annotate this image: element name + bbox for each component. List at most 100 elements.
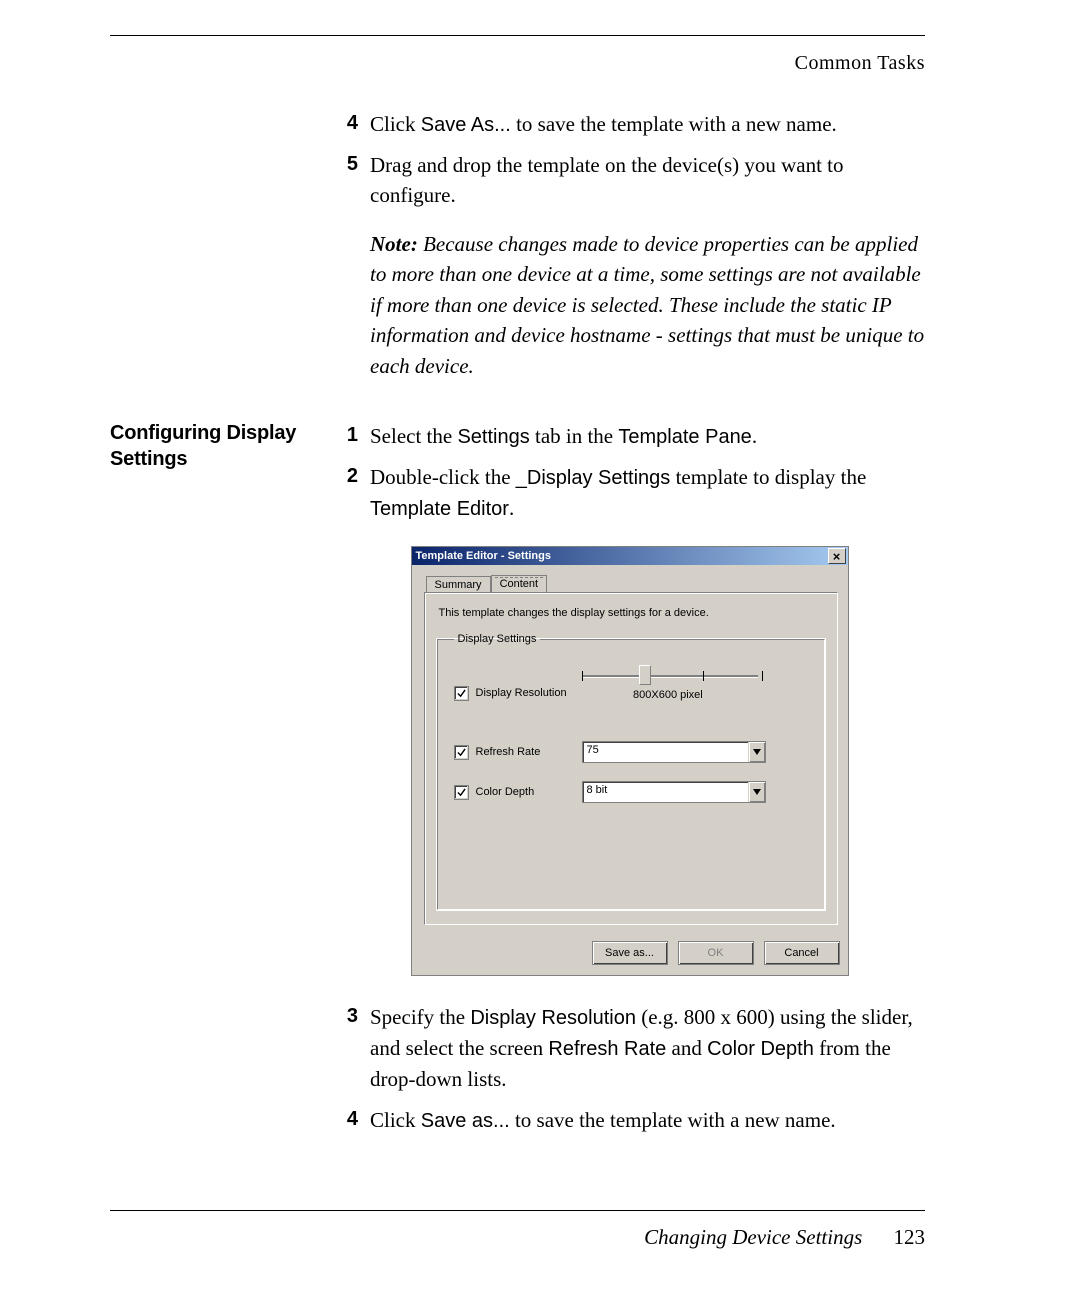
slider-value: 800X600 pixel: [633, 689, 703, 701]
text-run: tab in the: [530, 424, 619, 448]
section-configuring-display: Configuring Display Settings 1 Select the…: [110, 421, 925, 1145]
label-color-depth: Color Depth: [476, 786, 576, 798]
step-text: Click Save as... to save the template wi…: [370, 1108, 836, 1132]
template-editor-dialog: Template Editor - Settings × Summary Con…: [411, 546, 849, 976]
step-number: 1: [334, 421, 358, 450]
checkbox-color-depth[interactable]: [454, 785, 469, 800]
dialog-title: Template Editor - Settings: [416, 550, 828, 562]
note-prefix: Note:: [370, 232, 418, 256]
ui-label: Save As...: [421, 114, 511, 136]
slider-thumb[interactable]: [639, 665, 651, 685]
text-run: Double-click the: [370, 465, 516, 489]
label-refresh: Refresh Rate: [476, 746, 576, 758]
ui-label: Template Editor: [370, 498, 509, 520]
ui-label: Settings: [457, 426, 529, 448]
row-refresh-rate: Refresh Rate 75: [454, 741, 810, 763]
ok-button[interactable]: OK: [678, 941, 754, 965]
step-text: Click Save As... to save the template wi…: [370, 112, 837, 136]
document-page: Common Tasks 4 Click Save As... to save t…: [0, 0, 1080, 1311]
group-legend: Display Settings: [454, 633, 541, 645]
tab-content[interactable]: Content: [491, 575, 548, 593]
step-number: 5: [334, 150, 358, 179]
text-run: Specify the: [370, 1005, 470, 1029]
cancel-button[interactable]: Cancel: [764, 941, 840, 965]
checkbox-resolution[interactable]: [454, 686, 469, 701]
label-resolution: Display Resolution: [476, 687, 576, 699]
step-item: 2 Double-click the _Display Settings temp…: [334, 462, 925, 524]
ui-label: Display Resolution: [470, 1007, 636, 1029]
rule-top: [110, 35, 925, 36]
titlebar: Template Editor - Settings ×: [412, 547, 848, 565]
step-text: Drag and drop the template on the device…: [370, 153, 844, 207]
text-run: template to display the: [670, 465, 866, 489]
tabstrip: Summary Content: [424, 575, 838, 593]
step-item: 1 Select the Settings tab in the Template…: [334, 421, 925, 452]
slider-track: [582, 675, 758, 678]
checkbox-refresh[interactable]: [454, 745, 469, 760]
section-steps-after-dialog: 3 Specify the Display Resolution (e.g. 80…: [334, 1002, 925, 1135]
close-button[interactable]: ×: [828, 548, 846, 564]
check-icon: [457, 689, 466, 698]
color-depth-value: 8 bit: [583, 782, 748, 802]
refresh-combo[interactable]: 75: [582, 741, 766, 763]
section-heading: Configuring Display Settings: [110, 421, 320, 1145]
display-settings-group: Display Settings Display Resolution: [437, 633, 825, 910]
text-run: Click: [370, 1108, 421, 1132]
slider-tick: [762, 671, 763, 681]
resolution-slider[interactable]: 800X600 pixel: [582, 663, 766, 697]
upper-block: 4 Click Save As... to save the template w…: [110, 109, 925, 387]
dropdown-button[interactable]: [748, 782, 765, 802]
text-run: .: [752, 424, 757, 448]
top-steps-list: 4 Click Save As... to save the template w…: [334, 109, 925, 211]
note-block: Note: Because changes made to device pro…: [334, 229, 925, 381]
ui-label: Template Pane: [618, 426, 751, 448]
tab-panel: This template changes the display settin…: [424, 592, 838, 925]
text-run: to save the template with a new name.: [510, 1108, 836, 1132]
row-color-depth: Color Depth 8 bit: [454, 781, 810, 803]
text-run: and: [666, 1036, 707, 1060]
slider-tick: [703, 671, 704, 681]
step-text: Specify the Display Resolution (e.g. 800…: [370, 1005, 913, 1091]
text-run: to save the template with a new name.: [511, 112, 837, 136]
step-item: 4 Click Save As... to save the template w…: [334, 109, 925, 140]
step-number: 3: [334, 1002, 358, 1031]
step-text: Select the Settings tab in the Template …: [370, 424, 757, 448]
text-run: .: [509, 496, 514, 520]
ui-label: Refresh Rate: [548, 1038, 666, 1060]
step-number: 2: [334, 462, 358, 491]
step-item: 5 Drag and drop the template on the devic…: [334, 150, 925, 211]
step-text: Double-click the _Display Settings templ…: [370, 465, 866, 520]
dialog-body: Summary Content This template changes th…: [412, 565, 848, 931]
check-icon: [457, 788, 466, 797]
rule-bottom: [110, 1210, 925, 1211]
color-depth-combo[interactable]: 8 bit: [582, 781, 766, 803]
close-icon: ×: [833, 550, 841, 563]
step-number: 4: [334, 1105, 358, 1134]
refresh-value: 75: [583, 742, 748, 762]
running-header: Common Tasks: [110, 52, 925, 75]
step-item: 3 Specify the Display Resolution (e.g. 80…: [334, 1002, 925, 1094]
ui-label: Color Depth: [707, 1038, 814, 1060]
chevron-down-icon: [753, 749, 761, 755]
footer-section: Changing Device Settings: [644, 1225, 862, 1249]
dialog-button-row: Save as... OK Cancel: [412, 931, 848, 975]
ui-label: _Display Settings: [516, 467, 671, 489]
save-as-button[interactable]: Save as...: [592, 941, 668, 965]
text-run: Select the: [370, 424, 457, 448]
check-icon: [457, 748, 466, 757]
text-run: Drag and drop the template on the device…: [370, 153, 844, 207]
section-steps-before-dialog: 1 Select the Settings tab in the Template…: [334, 421, 925, 524]
ui-label: Save as...: [421, 1110, 510, 1132]
page-number: 123: [894, 1225, 926, 1249]
page-footer: Changing Device Settings 123: [110, 1225, 925, 1250]
note-body: Because changes made to device propertie…: [370, 232, 924, 378]
row-display-resolution: Display Resolution 800X600 pixel: [454, 663, 810, 723]
dialog-desc: This template changes the display settin…: [439, 607, 823, 619]
step-number: 4: [334, 109, 358, 138]
dialog-screenshot: Template Editor - Settings × Summary Con…: [334, 546, 925, 976]
slider-tick: [582, 671, 583, 681]
dropdown-button[interactable]: [748, 742, 765, 762]
step-item: 4 Click Save as... to save the template w…: [334, 1105, 925, 1136]
text-run: Click: [370, 112, 421, 136]
chevron-down-icon: [753, 789, 761, 795]
